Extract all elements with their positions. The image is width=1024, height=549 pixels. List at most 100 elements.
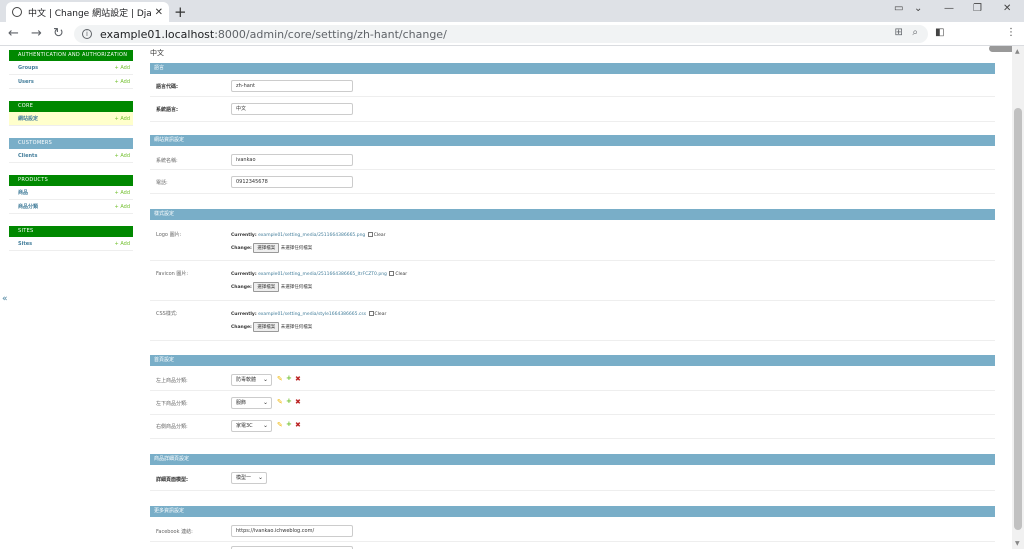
edit-pencil-icon[interactable]: ✎ — [277, 398, 283, 406]
form-row-system-language: 系統語言: 中文 — [150, 97, 995, 122]
left-bottom-category-select[interactable]: 服飾 ⌄ — [231, 397, 272, 409]
change-label: Change: — [231, 325, 252, 330]
tab-close-icon[interactable]: ✕ — [155, 7, 163, 18]
sidebar-add-label: Add — [120, 152, 130, 159]
edit-pencil-icon[interactable]: ✎ — [277, 421, 283, 429]
sidebar-item: Users + Add — [9, 75, 133, 89]
sidebar-item-link[interactable]: Groups — [18, 65, 38, 71]
fieldset-detail-header: 商品詳細頁設定 — [150, 454, 995, 465]
edit-pencil-icon[interactable]: ✎ — [277, 375, 283, 383]
favicon-current: Currently: example01/setting_media/25116… — [231, 271, 407, 277]
favicon-choose-file-button[interactable]: 選擇檔案 — [253, 282, 280, 292]
facebook-label: Facebook 連結: — [156, 529, 193, 535]
fieldset-more-header: 更多資訊設定 — [150, 506, 995, 517]
css-change: Change: 選擇檔案 未選擇任何檔案 — [231, 322, 312, 332]
chevron-down-icon: ⌄ — [257, 474, 263, 481]
chevron-down-icon[interactable]: ⌄ — [914, 3, 922, 14]
sidebar-module: Sites Sites + Add — [9, 226, 133, 251]
sidebar-add-label: Add — [120, 78, 130, 85]
sidebar-add-link[interactable]: + Add — [115, 204, 130, 210]
scroll-down-icon[interactable]: ▼ — [1015, 540, 1020, 547]
sidebar-module-caption[interactable]: Products — [9, 175, 133, 186]
logo-current: Currently: example01/setting_media/25116… — [231, 232, 386, 238]
favicon-file-link[interactable]: example01/setting_media/2511664386665_It… — [258, 272, 387, 277]
forward-icon[interactable]: → — [31, 26, 42, 41]
sidebar-module-caption[interactable]: Customers — [9, 138, 133, 149]
add-plus-icon[interactable]: + — [286, 374, 292, 382]
logo-clear-checkbox[interactable] — [367, 232, 373, 237]
page-scrollbar[interactable]: ▲ ▼ — [1012, 46, 1024, 549]
form-row-left-bottom-category: 左下商品分類: 服飾 ⌄ ✎ + ✖ — [150, 391, 995, 415]
sidebar-add-link[interactable]: + Add — [115, 153, 130, 159]
select-value: 家電3C — [236, 423, 253, 429]
language-code-input[interactable]: zh-hant — [231, 80, 353, 92]
sidebar-item-link[interactable]: 商品 — [18, 189, 28, 196]
delete-x-icon[interactable]: ✖ — [295, 398, 301, 406]
sidebar-item-link[interactable]: 網站設定 — [18, 115, 38, 122]
fieldset-home-header: 首頁設定 — [150, 355, 995, 366]
add-plus-icon[interactable]: + — [286, 420, 292, 428]
sidebar-item-link[interactable]: Sites — [18, 241, 32, 247]
select-value: 防毒軟體 — [236, 377, 257, 383]
sidebar-module-caption[interactable]: Core — [9, 101, 133, 112]
scrollbar-thumb[interactable] — [1014, 108, 1022, 530]
form-row-favicon: Favicon 圖片: Currently: example01/setting… — [150, 261, 995, 301]
sidebar-item-link[interactable]: Clients — [18, 153, 37, 159]
menu-icon[interactable]: ⋮ — [1006, 27, 1016, 38]
currently-label: Currently: — [231, 233, 257, 238]
favicon-change: Change: 選擇檔案 未選擇任何檔案 — [231, 282, 312, 292]
system-name-input[interactable]: ivankao — [231, 154, 353, 166]
add-plus-icon[interactable]: + — [286, 397, 292, 405]
clear-label: Clear — [373, 233, 386, 238]
favicon-clear-checkbox[interactable] — [389, 271, 395, 276]
history-button[interactable] — [989, 46, 1012, 52]
sidebar-collapse-button[interactable]: « — [2, 294, 8, 304]
side-panel-icon[interactable]: ◧ — [935, 27, 944, 38]
system-language-input[interactable]: 中文 — [231, 103, 353, 115]
form-row-system-name: 系統名稱: ivankao — [150, 147, 995, 170]
favicon-label: Favicon 圖片: — [156, 271, 189, 277]
restore-icon[interactable]: ❐ — [973, 3, 982, 14]
sidebar-add-link[interactable]: + Add — [115, 241, 130, 247]
sidebar-item: Sites + Add — [9, 237, 133, 251]
facebook-input[interactable]: https://ivankao.ichweblog.com/ — [231, 525, 353, 537]
right-category-select[interactable]: 家電3C ⌄ — [231, 420, 272, 432]
url-input[interactable]: i example01.localhost :8000/admin/core/s… — [74, 25, 928, 43]
sidebar-add-link[interactable]: + Add — [115, 116, 130, 122]
sidebar-item-link[interactable]: Users — [18, 79, 34, 85]
info-icon[interactable]: i — [82, 29, 92, 39]
chevron-down-icon: ⌄ — [262, 376, 268, 383]
sidebar-add-link[interactable]: + Add — [115, 190, 130, 196]
scroll-up-icon[interactable]: ▲ — [1015, 48, 1020, 55]
css-file-link[interactable]: example01/setting_media/style1664386665.… — [258, 312, 366, 317]
minimize-icon[interactable]: — — [944, 3, 954, 14]
back-icon[interactable]: ← — [8, 26, 19, 41]
logo-choose-file-button[interactable]: 選擇檔案 — [253, 243, 280, 253]
new-tab-button[interactable]: + — [174, 3, 187, 21]
delete-x-icon[interactable]: ✖ — [295, 375, 301, 383]
no-file-text: 未選擇任何檔案 — [280, 246, 313, 251]
sidebar-module-caption[interactable]: Sites — [9, 226, 133, 237]
tab-title: 中文 | Change 網站設定 | Djang — [28, 8, 151, 19]
reload-icon[interactable]: ↻ — [53, 26, 64, 41]
sidebar-add-link[interactable]: + Add — [115, 65, 130, 71]
sidebar-module: Authentication and Authorization Groups + … — [9, 50, 133, 89]
phone-input[interactable]: 0912345678 — [231, 176, 353, 188]
css-current: Currently: example01/setting_media/style… — [231, 311, 386, 317]
delete-x-icon[interactable]: ✖ — [295, 421, 301, 429]
css-choose-file-button[interactable]: 選擇檔案 — [253, 322, 280, 332]
browser-tab[interactable]: 中文 | Change 網站設定 | Djang ✕ — [6, 2, 169, 22]
sidebar-item-link[interactable]: 商品分類 — [18, 203, 38, 210]
sidebar-add-link[interactable]: + Add — [115, 79, 130, 85]
translate-icon[interactable]: ⊞ ⌕ — [894, 27, 918, 38]
sidebar-add-label: Add — [120, 203, 130, 210]
admin-sidebar: Authentication and Authorization Groups + … — [9, 50, 133, 263]
window-close-icon[interactable]: ✕ — [1003, 3, 1011, 14]
css-clear-checkbox[interactable] — [368, 311, 374, 316]
tab-search-icon[interactable]: ▭ — [894, 3, 903, 14]
select-value: 服飾 — [236, 400, 247, 406]
detail-template-select[interactable]: 模型一 ⌄ — [231, 472, 267, 484]
left-top-category-select[interactable]: 防毒軟體 ⌄ — [231, 374, 272, 386]
sidebar-module-caption[interactable]: Authentication and Authorization — [9, 50, 133, 61]
logo-file-link[interactable]: example01/setting_media/2511664386665.pn… — [258, 233, 365, 238]
